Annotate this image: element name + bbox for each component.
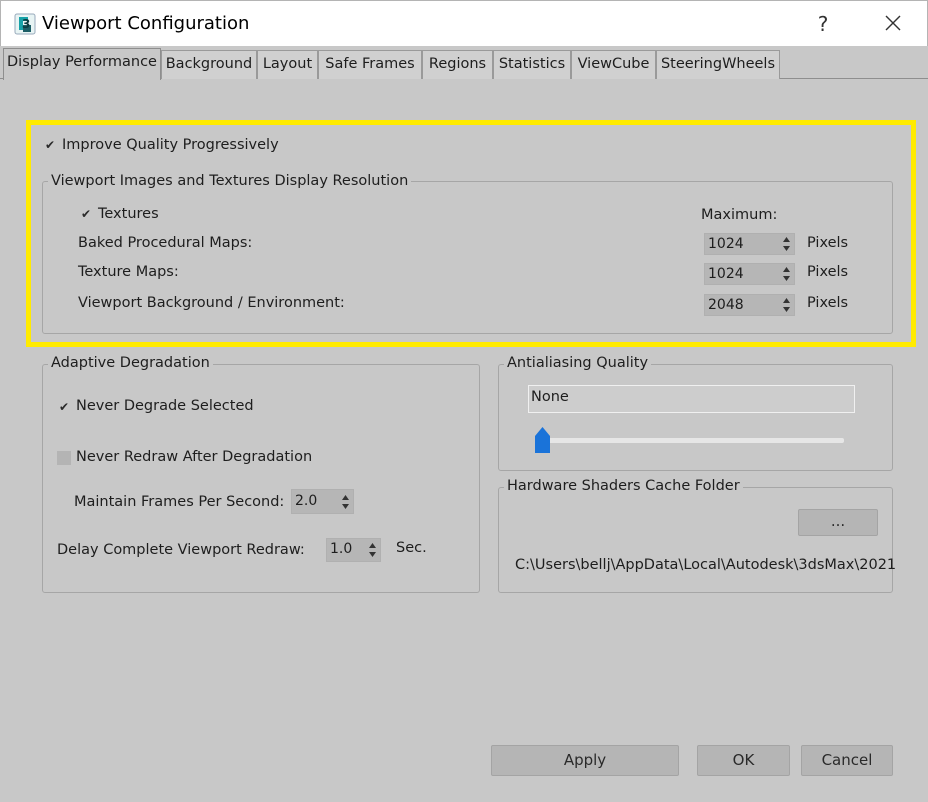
spinner-arrows-icon[interactable]	[782, 297, 791, 313]
3ds-max-icon: 3	[14, 13, 36, 35]
delay-label: Delay Complete Viewport Redraw:	[57, 542, 305, 558]
tab-display-performance[interactable]: Display Performance	[3, 48, 161, 80]
tab-viewcube[interactable]: ViewCube	[571, 50, 656, 79]
shaders-cache-group	[498, 487, 893, 593]
texture-maps-spinner[interactable]: 1024	[704, 263, 795, 285]
texture-maps-label: Texture Maps:	[78, 264, 179, 280]
ok-button[interactable]: OK	[697, 745, 790, 776]
apply-button[interactable]: Apply	[491, 745, 679, 776]
viewport-bg-value: 2048	[708, 297, 744, 313]
delay-value: 1.0	[330, 541, 353, 557]
slider-thumb-icon[interactable]	[534, 426, 551, 454]
tab-layout[interactable]: Layout	[257, 50, 318, 79]
tab-statistics[interactable]: Statistics	[493, 50, 571, 79]
delay-units: Sec.	[396, 540, 427, 556]
tab-safe-frames[interactable]: Safe Frames	[318, 50, 422, 79]
adaptive-degradation-title: Adaptive Degradation	[48, 355, 213, 371]
antialiasing-value-field[interactable]: None	[528, 385, 855, 413]
texture-maps-units: Pixels	[807, 264, 849, 280]
spinner-arrows-icon[interactable]	[782, 236, 791, 252]
baked-maps-label: Baked Procedural Maps:	[78, 235, 253, 251]
never-degrade-checkbox[interactable]: ✔	[57, 401, 71, 415]
antialiasing-title: Antialiasing Quality	[504, 355, 652, 371]
fps-spinner[interactable]: 2.0	[291, 489, 354, 514]
antialiasing-group	[498, 364, 893, 471]
resolution-group-title: Viewport Images and Textures Display Res…	[48, 173, 412, 189]
textures-label: Textures	[98, 206, 159, 222]
fps-label: Maintain Frames Per Second:	[74, 494, 285, 510]
viewport-bg-units: Pixels	[807, 295, 849, 311]
viewport-bg-spinner[interactable]: 2048	[704, 294, 795, 316]
improve-quality-checkbox[interactable]: ✔	[43, 139, 57, 153]
baked-maps-spinner[interactable]: 1024	[704, 233, 795, 255]
fps-value: 2.0	[295, 493, 318, 509]
textures-checkbox[interactable]: ✔	[79, 208, 93, 222]
cancel-button[interactable]: Cancel	[801, 745, 893, 776]
texture-maps-value: 1024	[708, 266, 744, 282]
maximum-label: Maximum:	[701, 207, 778, 223]
never-redraw-checkbox[interactable]	[57, 451, 71, 465]
shaders-cache-path: C:\Users\bellj\AppData\Local\Autodesk\3d…	[515, 557, 897, 573]
browse-folder-button[interactable]: ...	[798, 509, 878, 536]
viewport-bg-label: Viewport Background / Environment:	[78, 295, 345, 311]
close-button[interactable]	[873, 9, 913, 39]
delay-spinner[interactable]: 1.0	[326, 538, 381, 562]
window-title: Viewport Configuration	[42, 13, 250, 34]
antialiasing-slider-track[interactable]	[540, 438, 844, 443]
svg-text:3: 3	[22, 17, 30, 31]
close-icon	[885, 15, 901, 31]
spinner-arrows-icon[interactable]	[341, 494, 350, 510]
title-bar: 3 Viewport Configuration ?	[0, 0, 928, 46]
never-redraw-label: Never Redraw After Degradation	[76, 449, 313, 465]
never-degrade-label: Never Degrade Selected	[76, 398, 254, 414]
tab-steeringwheels[interactable]: SteeringWheels	[656, 50, 780, 79]
improve-quality-label: Improve Quality Progressively	[62, 137, 279, 153]
spinner-arrows-icon[interactable]	[368, 542, 377, 558]
tab-regions[interactable]: Regions	[422, 50, 493, 79]
shaders-cache-title: Hardware Shaders Cache Folder	[504, 478, 743, 494]
tab-background[interactable]: Background	[161, 50, 257, 79]
help-button[interactable]: ?	[803, 9, 843, 39]
baked-maps-units: Pixels	[807, 235, 849, 251]
baked-maps-value: 1024	[708, 236, 744, 252]
spinner-arrows-icon[interactable]	[782, 266, 791, 282]
